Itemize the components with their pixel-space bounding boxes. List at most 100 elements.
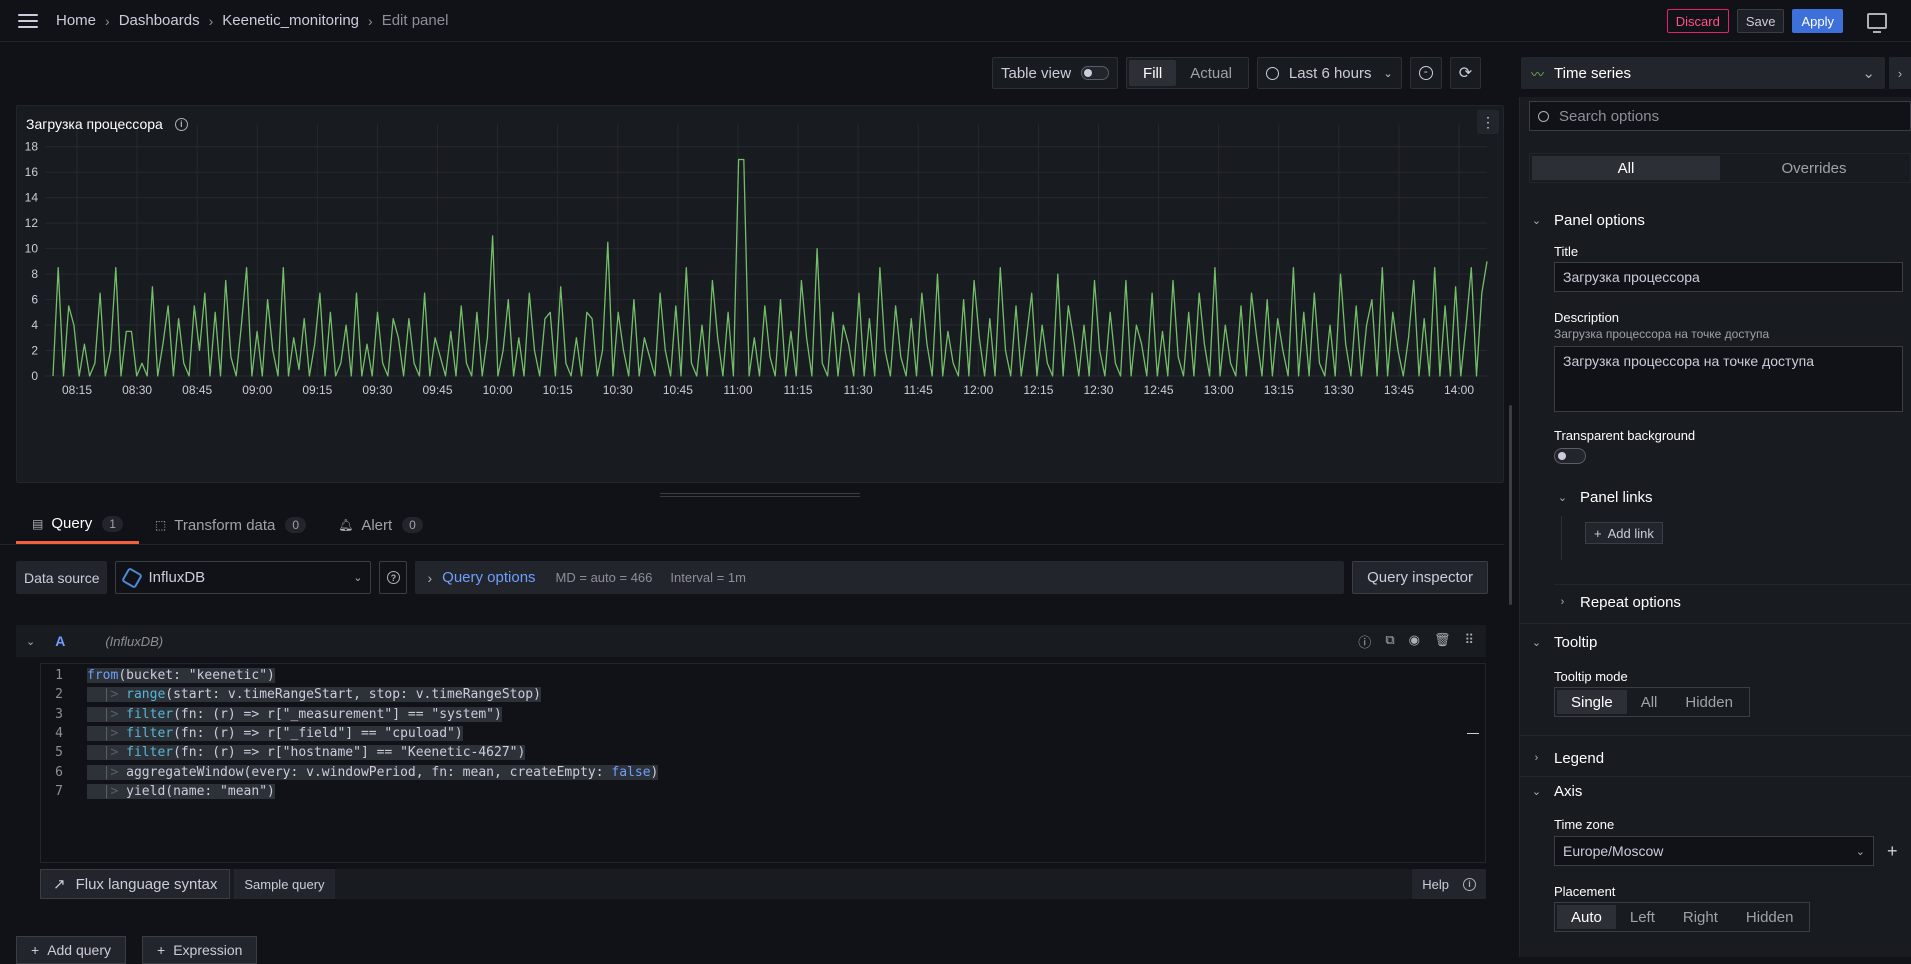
search-options-input[interactable]: Search options: [1529, 101, 1911, 131]
title-label: Title: [1554, 244, 1579, 259]
tab-alert[interactable]: 🔔︎ Alert 0: [322, 514, 439, 544]
chevron-down-icon: ⌄: [1531, 636, 1542, 649]
scrollbar[interactable]: [1509, 405, 1512, 605]
query-letter[interactable]: A: [55, 633, 65, 649]
help-button[interactable]: Help i: [1412, 869, 1486, 899]
chevron-right-icon: ›: [105, 12, 110, 29]
visualization-picker[interactable]: 〰 Time series ⌄: [1521, 57, 1885, 89]
section-panel-options[interactable]: ⌄ Panel options: [1519, 205, 1911, 235]
sample-query-select[interactable]: Sample query: [234, 869, 335, 899]
apply-button[interactable]: Apply: [1792, 9, 1843, 33]
time-range-picker[interactable]: Last 6 hours ⌄: [1256, 57, 1402, 89]
panel-header: Загрузка процессора i: [26, 116, 188, 132]
tab-transform-label: Transform data: [174, 516, 276, 534]
all-option[interactable]: All: [1532, 156, 1720, 180]
flux-syntax-button[interactable]: ↗ Flux language syntax: [40, 869, 231, 899]
x-tick-label: 09:45: [423, 383, 453, 397]
code-line: 7 |> yield(name: "mean"): [41, 782, 1485, 801]
add-expression-button[interactable]: + Expression: [142, 936, 258, 964]
panel-resize-handle[interactable]: [660, 493, 860, 497]
info-icon: i: [1463, 877, 1476, 891]
x-tick-label: 13:45: [1384, 383, 1414, 397]
tab-transform[interactable]: ⬚ Transform data 0: [139, 514, 322, 544]
flux-syntax-label: Flux language syntax: [75, 875, 218, 893]
transform-icon: ⬚: [154, 518, 167, 532]
zoom-out-button[interactable]: -: [1409, 57, 1442, 89]
tab-query[interactable]: ▤ Query 1: [16, 514, 139, 544]
query-inspector-button[interactable]: Query inspector: [1352, 561, 1488, 594]
x-tick-label: 13:15: [1264, 383, 1294, 397]
flux-code-editor[interactable]: 1 from(bucket: "keenetic") 2 |> range(star…: [40, 663, 1486, 863]
overrides-option[interactable]: Overrides: [1720, 156, 1908, 180]
add-link-button[interactable]: + Add link: [1585, 522, 1663, 544]
table-view-switch[interactable]: [1081, 66, 1110, 80]
fill-option[interactable]: Fill: [1129, 60, 1177, 86]
x-tick-label: 12:00: [963, 383, 993, 397]
section-panel-links[interactable]: ⌄ Panel links: [1545, 482, 1911, 512]
help-label: Help: [1422, 876, 1449, 892]
breadcrumb-dashboards[interactable]: Dashboards: [119, 12, 200, 29]
query-options-link[interactable]: Query options: [442, 569, 535, 586]
expression-label: Expression: [173, 942, 243, 958]
menu-icon[interactable]: [18, 14, 38, 28]
save-button[interactable]: Save: [1736, 9, 1785, 33]
code-token: filter: [126, 745, 174, 761]
datasource-help-button[interactable]: ?: [379, 561, 408, 594]
query-options[interactable]: › Query options MD = auto = 466 Interval…: [415, 561, 1345, 594]
tooltip-mode-group: Single All Hidden: [1554, 687, 1750, 717]
time-series-chart: 0 2 4 6 8 10 12 14 16 18 08:15 08:30 08:45 09:00 09:15…: [25, 124, 1488, 397]
chevron-down-icon: ⌄: [1531, 214, 1542, 227]
section-axis[interactable]: ⌄ Axis: [1519, 776, 1911, 806]
section-repeat-options[interactable]: › Repeat options: [1545, 587, 1911, 617]
y-tick-label: 16: [25, 165, 39, 179]
actual-option[interactable]: Actual: [1176, 60, 1246, 86]
time-zone-select[interactable]: Europe/Moscow ⌄: [1554, 836, 1874, 866]
breadcrumb-home[interactable]: Home: [56, 12, 96, 29]
panel-menu-icon[interactable]: ⋮: [1477, 110, 1499, 134]
datasource-label: Data source: [16, 561, 108, 594]
collapse-chevron-icon[interactable]: ⌄: [26, 635, 35, 648]
viz-type-label: Time series: [1554, 64, 1631, 82]
help-icon[interactable]: ⓘ: [1358, 632, 1371, 651]
y-tick-label: 12: [25, 216, 39, 230]
tooltip-single-option[interactable]: Single: [1557, 690, 1627, 714]
tooltip-hidden-option[interactable]: Hidden: [1671, 690, 1747, 714]
refresh-button[interactable]: ⟳: [1449, 57, 1482, 89]
title-input[interactable]: Загрузка процессора: [1554, 262, 1903, 292]
transparent-bg-toggle[interactable]: [1554, 448, 1586, 464]
description-textarea[interactable]: Загрузка процессора на точке доступа: [1554, 346, 1903, 412]
eye-icon[interactable]: ◉: [1409, 632, 1420, 651]
influxdb-icon: [121, 566, 144, 589]
duplicate-icon[interactable]: ⧉: [1385, 632, 1394, 651]
question-icon: ?: [386, 571, 400, 584]
placement-left-option[interactable]: Left: [1616, 905, 1669, 929]
section-tooltip[interactable]: ⌄ Tooltip: [1519, 627, 1911, 657]
plus-icon: +: [1594, 525, 1602, 541]
interval: Interval = 1m: [670, 570, 746, 585]
discard-button[interactable]: Discard: [1666, 9, 1729, 33]
section-legend-label: Legend: [1554, 749, 1605, 767]
info-icon[interactable]: i: [174, 117, 188, 131]
code-text: |> yield(name: "mean"): [73, 783, 275, 799]
tv-mode-icon[interactable]: [1867, 13, 1887, 33]
placement-hidden-option[interactable]: Hidden: [1732, 905, 1808, 929]
breadcrumb-dashboard[interactable]: Keenetic_monitoring: [222, 12, 359, 29]
x-tick-label: 09:30: [362, 383, 392, 397]
time-zone-value: Europe/Moscow: [1563, 843, 1664, 859]
add-query-label: Add query: [47, 942, 112, 958]
add-time-zone-icon[interactable]: +: [1887, 841, 1898, 862]
table-view-toggle[interactable]: Table view: [992, 57, 1119, 89]
tooltip-all-option[interactable]: All: [1627, 690, 1672, 714]
time-zone-label: Time zone: [1554, 817, 1615, 832]
datasource-select[interactable]: InfluxDB ⌄: [115, 561, 372, 594]
external-link-icon: ↗: [53, 876, 66, 893]
drag-handle-icon[interactable]: ⠿: [1464, 632, 1474, 651]
placement-auto-option[interactable]: Auto: [1557, 905, 1616, 929]
tab-transform-count: 0: [285, 517, 307, 533]
trash-icon[interactable]: 🗑︎: [1434, 632, 1451, 651]
placement-right-option[interactable]: Right: [1669, 905, 1732, 929]
add-query-button[interactable]: + Add query: [16, 936, 127, 964]
section-legend[interactable]: › Legend: [1519, 743, 1911, 773]
code-token: ): [650, 764, 659, 780]
collapse-sidebar-button[interactable]: ›: [1889, 57, 1911, 89]
